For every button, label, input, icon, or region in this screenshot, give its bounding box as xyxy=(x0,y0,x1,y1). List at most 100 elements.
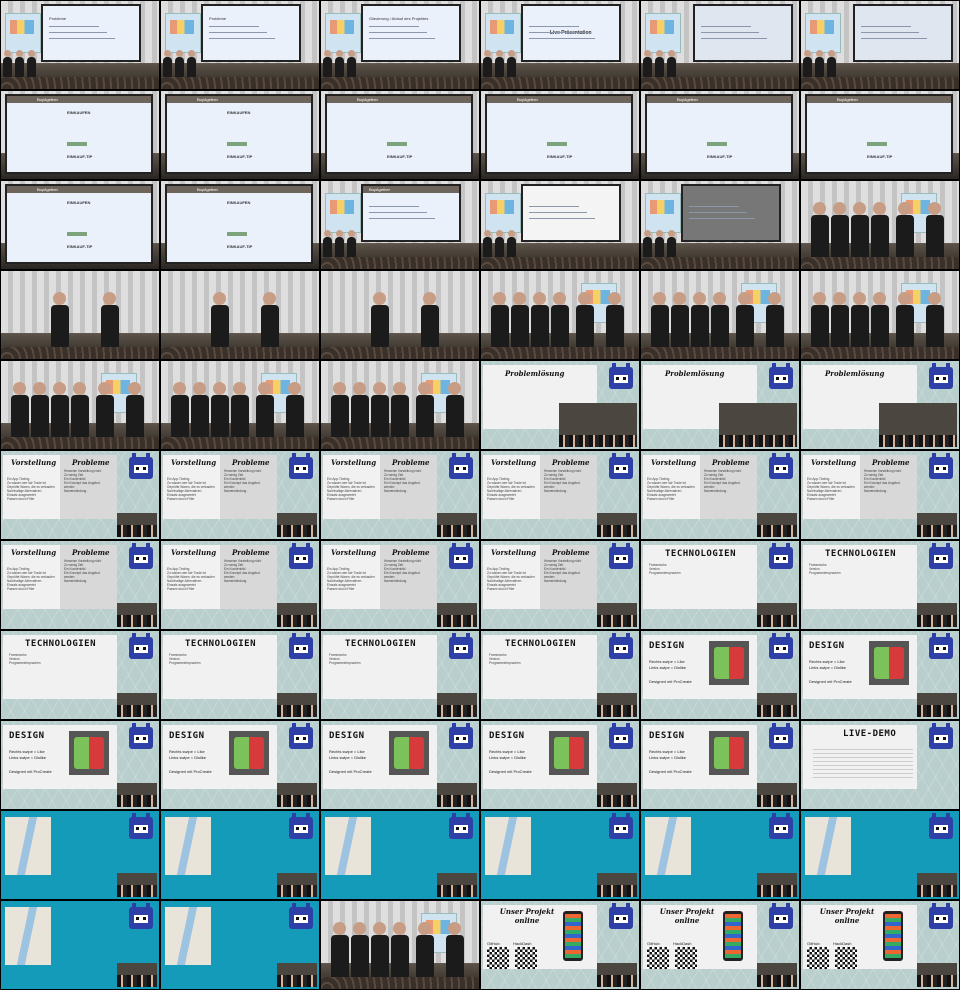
person-figure xyxy=(371,292,389,353)
audience xyxy=(801,77,959,89)
app-title: BuyAgether xyxy=(369,187,390,192)
webcam-feed xyxy=(117,963,157,987)
slide-title: Problemlösung xyxy=(505,369,565,378)
slide-title: Probleme xyxy=(72,548,110,557)
app-button[interactable] xyxy=(67,232,87,236)
phone-screen xyxy=(565,914,581,958)
column-right: Probleme Hinweise Vorstellung nicht Zu we… xyxy=(220,545,277,609)
slide-panel: Vorstellung Ein App-Tinding Zu wissen wer… xyxy=(323,455,437,519)
app-button[interactable] xyxy=(547,142,567,146)
thumbnail-s-design: DESIGN Rechts swipe = Like Links swipe = D… xyxy=(641,631,799,719)
text-line xyxy=(689,218,755,219)
app-button[interactable] xyxy=(227,232,247,236)
person-figure xyxy=(421,292,439,353)
audience xyxy=(801,257,959,269)
app-title: BuyAgether xyxy=(517,97,538,102)
cat-face xyxy=(934,465,948,473)
slide-panel: DESIGN Rechts swipe = Like Links swipe = D… xyxy=(643,635,757,699)
app-button[interactable] xyxy=(867,142,887,146)
slide-title: TECHNOLOGIEN xyxy=(505,639,577,649)
slide-title: TECHNOLOGIEN xyxy=(345,639,417,649)
slide-title: DESIGN xyxy=(649,641,685,651)
cat-face xyxy=(934,825,948,833)
thumbnail-s-vp: Vorstellung Ein App-Tinding Zu wissen wer… xyxy=(1,451,159,539)
thumbnail-p-dark2 xyxy=(641,181,799,269)
cat-logo-icon xyxy=(289,543,313,569)
slide-title: Probleme xyxy=(232,458,270,467)
audience xyxy=(481,77,639,89)
shirt-logo-icon xyxy=(229,731,269,775)
slide-panel: Vorstellung Ein App-Tinding Zu wissen wer… xyxy=(163,545,277,609)
slide-panel: Unser Projekt online GitHub: HackDash xyxy=(643,905,757,969)
person-figure xyxy=(651,292,669,353)
projector-screen: BuyAgether EINKAUFEN EINKAUF-TIP xyxy=(165,94,313,174)
cat-face xyxy=(614,555,628,563)
thumbnail-s-vp: Vorstellung Ein App-Tinding Zu wissen wer… xyxy=(321,451,479,539)
slide-panel: LIVE-DEMO xyxy=(803,725,917,789)
text-line xyxy=(49,26,99,27)
thumbnail-s-design2: DESIGN Rechts swipe = Like Links swipe = D… xyxy=(161,721,319,809)
projector-screen: BuyAgether EINKAUF-TIP xyxy=(485,94,633,174)
column-left: Vorstellung Ein App-Tinding Zu wissen wer… xyxy=(3,545,60,609)
phone-screen xyxy=(885,914,901,958)
slide-title: DESIGN xyxy=(9,731,45,741)
design-tool-text: Designed mit ProCreate xyxy=(809,679,852,684)
cat-face xyxy=(774,375,788,383)
webcam-feed xyxy=(277,783,317,807)
app-button[interactable] xyxy=(227,142,247,146)
thumbnail-p-probleme2: Probleme xyxy=(161,1,319,89)
thumbnail-s-vp: Vorstellung Ein App-Tinding Zu wissen wer… xyxy=(321,541,479,629)
person-figure xyxy=(811,292,829,353)
bullet-list: Ein App-Tinding Zu wissen wer fair Trade… xyxy=(647,477,695,501)
thumbnail-s-map2 xyxy=(801,811,959,899)
cat-logo-icon xyxy=(289,903,313,929)
bullet-list: Hinweise Vorstellung nicht Zu wenig Zeit… xyxy=(384,559,422,583)
webcam-feed xyxy=(277,873,317,897)
bullet-list: Hinweise Vorstellung nicht Zu wenig Zeit… xyxy=(544,559,582,583)
cat-logo-icon xyxy=(929,363,953,389)
slide-title: Unser Projekt online xyxy=(659,907,715,925)
thumbnail-s-vp: Vorstellung Ein App-Tinding Zu wissen wer… xyxy=(481,451,639,539)
thumbnail-p-blank1 xyxy=(641,1,799,89)
github-label: GitHub: xyxy=(647,941,661,946)
bullet-list: Ein App-Tinding Zu wissen wer fair Trade… xyxy=(327,477,375,501)
slide-panel: DESIGN Rechts swipe = Like Links swipe = D… xyxy=(323,725,437,789)
tech-list: Frameworks Version Programmiersprachen xyxy=(329,653,361,665)
projector-screen xyxy=(853,4,953,62)
app-header-bar: BuyAgether xyxy=(647,96,791,103)
thumbnail-s-tech: TECHNOLOGIEN Frameworks Version Programmi… xyxy=(641,541,799,629)
thumbnail-p-buy2: BuyAgether EINKAUF-TIP xyxy=(321,91,479,179)
audience xyxy=(161,437,319,449)
person-figure xyxy=(811,202,829,263)
cat-logo-icon xyxy=(769,633,793,659)
thumbnail-s-vp: Vorstellung Ein App-Tinding Zu wissen wer… xyxy=(161,451,319,539)
audience xyxy=(161,77,319,89)
column-right: Probleme Hinweise Vorstellung nicht Zu we… xyxy=(540,545,597,609)
app-button[interactable] xyxy=(707,142,727,146)
app-button[interactable] xyxy=(67,142,87,146)
thumbnail-s-design2: DESIGN Rechts swipe = Like Links swipe = D… xyxy=(641,721,799,809)
cat-face xyxy=(454,465,468,473)
slide-panel: Vorstellung Ein App-Tinding Zu wissen wer… xyxy=(803,455,917,519)
bullet-list: Ein App-Tinding Zu wissen wer fair Trade… xyxy=(487,567,535,591)
bullet-list: Hinweise Vorstellung nicht Zu wenig Zeit… xyxy=(224,559,262,583)
cat-logo-icon xyxy=(609,363,633,389)
thumbnail-s-vp: Vorstellung Ein App-Tinding Zu wissen wer… xyxy=(1,541,159,629)
person-figure xyxy=(391,922,409,983)
slide-title: Vorstellung xyxy=(331,548,377,557)
slide-panel: Vorstellung Ein App-Tinding Zu wissen wer… xyxy=(323,545,437,609)
slide-panel: Vorstellung Ein App-Tinding Zu wissen wer… xyxy=(643,455,757,519)
text-line xyxy=(209,38,275,39)
webcam-feed xyxy=(597,693,637,717)
stage-curtain xyxy=(1,271,159,333)
person-figure xyxy=(896,292,914,353)
webcam-feed xyxy=(757,873,797,897)
swipe-dislike-text: Links swipe = Dislike xyxy=(649,665,687,670)
slide-title: Problemlösung xyxy=(825,369,885,378)
cat-logo-icon xyxy=(769,543,793,569)
text-line xyxy=(49,38,115,39)
swipe-dislike-text: Links swipe = Dislike xyxy=(489,755,527,760)
app-button[interactable] xyxy=(387,142,407,146)
swipe-dislike-text: Links swipe = Dislike xyxy=(809,665,847,670)
webcam-feed xyxy=(559,403,637,447)
